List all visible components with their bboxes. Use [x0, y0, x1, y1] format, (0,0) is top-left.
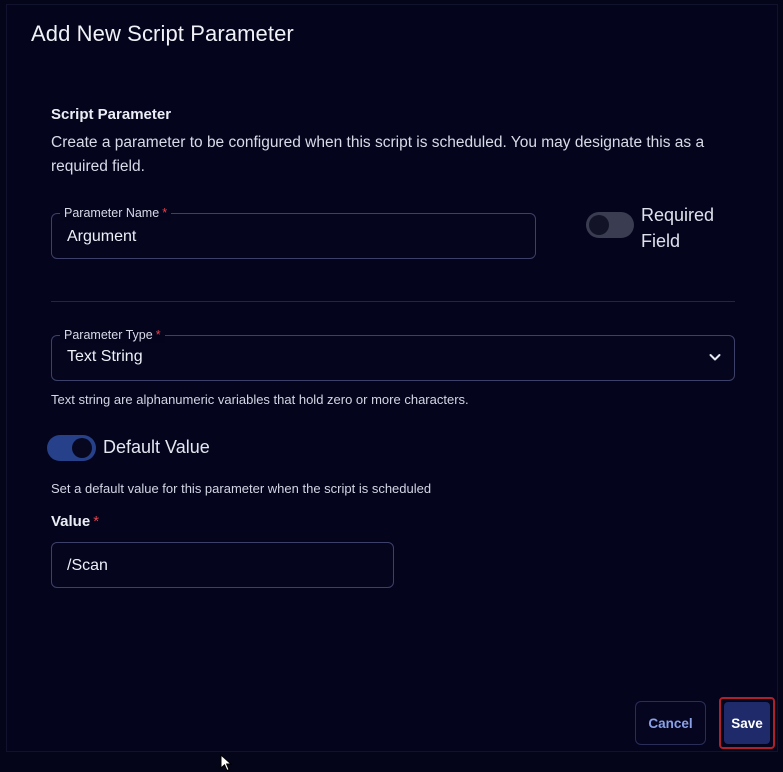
parameter-type-help: Text string are alphanumeric variables t…	[51, 392, 469, 407]
save-button[interactable]: Save	[724, 702, 770, 744]
value-field[interactable]: /Scan	[51, 542, 394, 588]
save-button-focus-ring[interactable]: Save	[719, 697, 775, 749]
default-value-label: Default Value	[103, 437, 210, 457]
required-field-toggle[interactable]	[586, 212, 634, 238]
parameter-name-label-text: Parameter Name	[64, 206, 160, 220]
required-asterisk: *	[155, 328, 161, 342]
toggle-knob	[72, 438, 92, 458]
value-input[interactable]: /Scan	[67, 557, 108, 575]
dialog-title: Add New Script Parameter	[31, 21, 294, 46]
required-asterisk: *	[162, 206, 168, 220]
cancel-button[interactable]: Cancel	[635, 701, 706, 745]
parameter-type-select[interactable]: Parameter Type * Text String	[51, 327, 735, 381]
section-description: Create a parameter to be configured when…	[51, 134, 705, 175]
parameter-name-input[interactable]: Argument	[67, 228, 136, 246]
value-label: Value *	[51, 513, 99, 530]
required-asterisk: *	[93, 513, 100, 530]
parameter-type-label: Parameter Type *	[60, 327, 165, 343]
toggle-knob	[589, 215, 609, 235]
parameter-name-label: Parameter Name *	[60, 205, 172, 221]
default-value-toggle[interactable]	[47, 435, 96, 461]
value-label-text: Value	[51, 513, 91, 530]
parameter-type-label-text: Parameter Type	[64, 328, 153, 342]
default-value-help: Set a default value for this parameter w…	[51, 481, 432, 496]
parameter-type-selected: Text String	[67, 348, 143, 365]
parameter-name-field[interactable]: Parameter Name * Argument	[51, 205, 536, 259]
section-heading: Script Parameter	[51, 106, 172, 123]
required-field-label: Required Field	[641, 205, 715, 251]
chevron-down-icon[interactable]	[708, 350, 722, 364]
divider	[51, 301, 735, 302]
add-script-parameter-dialog: Add New Script Parameter Script Paramete…	[6, 4, 778, 752]
mouse-cursor-icon	[220, 754, 233, 772]
